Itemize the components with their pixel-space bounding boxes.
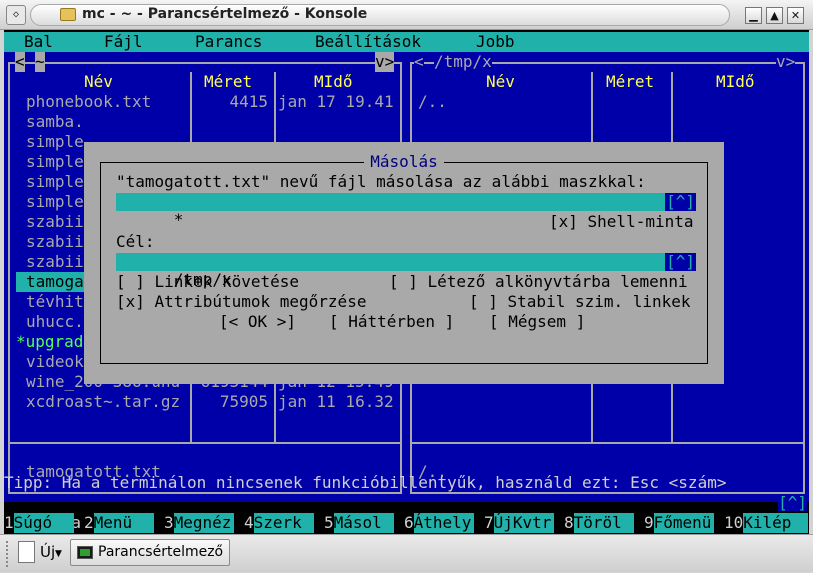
right-file-name[interactable]: /.. xyxy=(418,92,588,112)
left-file-size: 75905 xyxy=(219,392,268,411)
target-label: Cél: xyxy=(116,232,155,251)
fkey-number: 3 xyxy=(164,513,174,532)
fkey-number: 5 xyxy=(324,513,334,532)
mask-value: * xyxy=(173,210,184,229)
menu-bal[interactable]: Bal xyxy=(24,32,53,52)
fkey-label: Főmenü xyxy=(653,513,714,533)
prompt-history-button[interactable]: [^] xyxy=(778,495,807,511)
left-file-mtime: jan 17 19.41 xyxy=(278,92,394,111)
fkey-number: 10 xyxy=(724,513,744,532)
left-panel-corner-right[interactable]: v> xyxy=(375,52,395,72)
right-header-size[interactable]: Méret xyxy=(606,72,654,92)
target-history-button[interactable]: [^] xyxy=(665,253,696,271)
left-file-size: 4415 xyxy=(229,92,268,111)
right-panel-corner-right[interactable]: v> xyxy=(776,52,796,72)
minimize-button[interactable]: ▁ xyxy=(745,7,762,24)
shell-pattern-checkbox[interactable]: [x] Shell-minta xyxy=(549,212,694,232)
left-file-mtime: jan 11 16.32 xyxy=(278,392,394,411)
fkey-label: Menü xyxy=(93,513,154,533)
background-button[interactable]: [ Háttérben ] xyxy=(329,312,454,332)
fkey-label: Töröl xyxy=(573,513,634,533)
fkey-6[interactable]: 6Áthely xyxy=(404,513,474,533)
right-panel-path: /tmp/x xyxy=(434,52,492,72)
mc-menubar: Bal Fájl Parancs Beállítások Jobb xyxy=(4,32,809,52)
keep-attributes-checkbox[interactable]: [x] Attribútumok megőrzése xyxy=(116,292,366,312)
fkey-8[interactable]: 8Töröl xyxy=(564,513,634,533)
menu-jobb[interactable]: Jobb xyxy=(476,32,515,52)
copy-dialog: Másolás "tamogatott.txt" nevű fájl másol… xyxy=(84,142,724,384)
fkey-label: Megnéz xyxy=(173,513,234,533)
terminal-icon xyxy=(77,546,93,559)
stable-symlinks-checkbox[interactable]: [ ] Stabil szim. linkek xyxy=(469,292,691,312)
left-header-mtime[interactable]: MIdő xyxy=(314,72,353,92)
new-session-button[interactable]: Új xyxy=(40,543,55,561)
follow-links-checkbox[interactable]: [ ] Linkek követése xyxy=(116,272,299,292)
mask-input[interactable]: * [^] xyxy=(116,193,696,229)
left-file-name[interactable]: phonebook.txt xyxy=(26,92,190,112)
fkey-3[interactable]: 3Megnéz xyxy=(164,513,234,533)
function-key-bar: 1Súgó 2Menü 3Megnéz 4Szerk 5Másol 6Áthely 7ÚjK… xyxy=(4,513,809,533)
fkey-number: 4 xyxy=(244,513,254,532)
target-input[interactable]: /tmp/x [^] xyxy=(116,253,696,289)
fkey-number: 7 xyxy=(484,513,494,532)
right-panel-corner-left[interactable]: < xyxy=(414,52,424,72)
fkey-5[interactable]: 5Másol xyxy=(324,513,394,533)
fkey-label: Áthely xyxy=(413,513,474,533)
taskbar-grip xyxy=(6,541,12,567)
fkey-10[interactable]: 10Kilép xyxy=(724,513,809,533)
fkey-number: 6 xyxy=(404,513,414,532)
shell-prompt[interactable]: saga:~$ [^] xyxy=(4,493,809,532)
window-titlebar: ◇ mc - ~ - Parancsértelmező - Konsole ▁ … xyxy=(0,0,813,30)
ok-button[interactable]: [< OK >] xyxy=(219,312,296,332)
cancel-button[interactable]: [ Mégsem ] xyxy=(489,312,585,332)
menu-beallitasok[interactable]: Beállítások xyxy=(315,32,421,52)
right-header-name[interactable]: Név xyxy=(486,72,515,92)
fkey-label: Kilép xyxy=(743,513,809,533)
task-button[interactable]: Parancsértelmező xyxy=(70,539,230,566)
fkey-number: 1 xyxy=(4,513,14,532)
left-header-name[interactable]: Név xyxy=(84,72,113,92)
task-label: Parancsértelmező xyxy=(98,544,224,560)
terminal[interactable]: Bal Fájl Parancs Beállítások Jobb < ~ v>… xyxy=(4,30,809,534)
tip-line: Tipp: Ha a terminálon nincsenek funkciób… xyxy=(4,473,727,492)
fkey-label: Súgó xyxy=(13,513,74,533)
left-file-name[interactable]: xcdroast~.tar.gz xyxy=(26,392,190,412)
fkey-7[interactable]: 7ÚjKvtr xyxy=(484,513,554,533)
fkey-1[interactable]: 1Súgó xyxy=(4,513,74,533)
existing-subdir-checkbox[interactable]: [ ] Létező alkönyvtárba lemenni xyxy=(389,272,688,292)
close-button[interactable]: ✕ xyxy=(787,7,804,24)
right-header-mtime[interactable]: MIdő xyxy=(716,72,755,92)
left-header-size[interactable]: Méret xyxy=(204,72,252,92)
taskbar: Új ▼ Parancsértelmező xyxy=(0,534,813,572)
left-file-name[interactable]: samba. xyxy=(26,112,190,132)
new-document-icon[interactable] xyxy=(18,541,35,563)
folder-icon xyxy=(60,8,76,21)
fkey-2[interactable]: 2Menü xyxy=(84,513,154,533)
chevron-down-icon[interactable]: ▼ xyxy=(55,549,62,559)
window-menu-icon[interactable]: ◇ xyxy=(6,5,26,25)
window-title: mc - ~ - Parancsértelmező - Konsole xyxy=(82,6,368,22)
fkey-9[interactable]: 9Főmenü xyxy=(644,513,714,533)
left-panel-corner-left[interactable]: < xyxy=(15,52,25,72)
dialog-title: Másolás xyxy=(364,152,444,171)
fkey-label: Szerk xyxy=(253,513,314,533)
mask-history-button[interactable]: [^] xyxy=(665,193,696,211)
left-panel-path: ~ xyxy=(35,52,45,72)
fkey-label: Másol xyxy=(333,513,394,533)
fkey-label: ÚjKvtr xyxy=(493,513,554,533)
dialog-title-row: Másolás xyxy=(84,152,724,172)
maximize-button[interactable]: ▲ xyxy=(766,7,783,24)
menu-parancs[interactable]: Parancs xyxy=(195,32,262,52)
fkey-number: 8 xyxy=(564,513,574,532)
fkey-number: 9 xyxy=(644,513,654,532)
fkey-4[interactable]: 4Szerk xyxy=(244,513,314,533)
fkey-number: 2 xyxy=(84,513,94,532)
menu-fajl[interactable]: Fájl xyxy=(104,32,143,52)
dialog-prompt: "tamogatott.txt" nevű fájl másolása az a… xyxy=(116,172,646,191)
